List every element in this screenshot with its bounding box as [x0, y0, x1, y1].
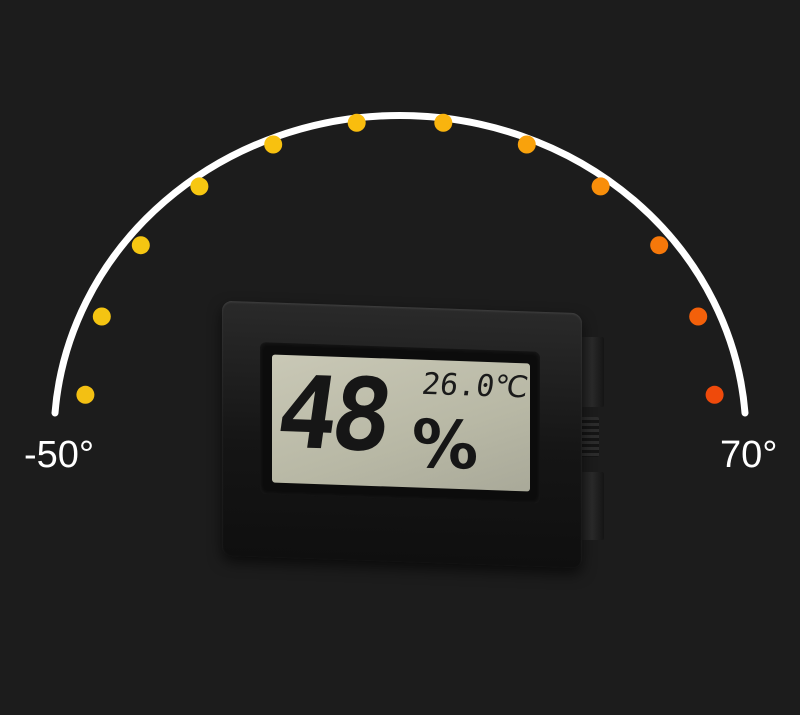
scale-dot [92, 307, 111, 326]
scale-dot [650, 236, 669, 255]
scale-dot [76, 385, 95, 404]
scale-dot [434, 113, 453, 132]
scale-dot [591, 177, 610, 196]
scale-dot [517, 135, 536, 154]
scale-dot [347, 113, 366, 132]
lcd-screen: 48 26.0℃ % [272, 354, 530, 492]
scale-dot [190, 177, 209, 196]
scale-min-label: -50° [24, 434, 95, 476]
product-image: -50° 70° 48 26.0℃ % [0, 0, 800, 715]
humidity-readout: 48 [272, 354, 395, 475]
temperature-readout: 26.0℃ [419, 366, 530, 406]
humidity-unit: % [412, 405, 479, 485]
scale-dot [264, 135, 283, 154]
scale-dot [689, 307, 708, 326]
scale-dot [131, 236, 150, 255]
hygrometer-device: 48 26.0℃ % [222, 300, 604, 569]
scale-max-label: 70° [720, 434, 778, 476]
scale-dot [705, 385, 724, 404]
